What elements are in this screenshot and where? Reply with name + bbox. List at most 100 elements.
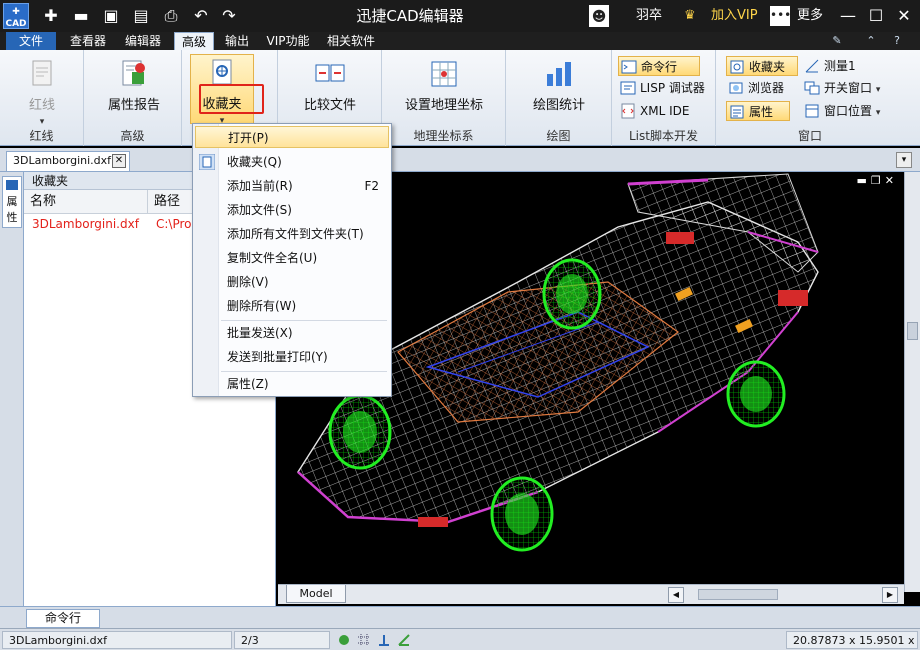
window-position-button[interactable]: 窗口位置 ▾ <box>802 101 900 121</box>
user-avatar-icon[interactable]: ☻ <box>589 5 609 27</box>
tab-viewer[interactable]: 查看器 <box>62 32 114 50</box>
redline-button[interactable]: 红线 ▾ <box>8 56 76 127</box>
app-title: 迅捷CAD编辑器 <box>356 7 464 25</box>
tab-output[interactable]: 输出 <box>218 32 256 50</box>
tab-file[interactable]: 文件 <box>6 32 56 50</box>
menu-item-add-file[interactable]: 添加文件(S) <box>195 199 389 221</box>
undo-icon[interactable]: ↶ <box>190 6 212 26</box>
scroll-right-icon[interactable]: ▶ <box>882 587 898 603</box>
menu-item-properties[interactable]: 属性(Z) <box>195 373 389 395</box>
menu-item-add-current[interactable]: 添加当前(R) F2 <box>195 175 389 197</box>
document-tabs: 3DLamborgini.dxf ✕ ▾ <box>0 148 920 172</box>
status-coordinates: 20.87873 x 15.9501 x 0 <box>786 631 918 649</box>
ribbon-group-drawing: 绘图统计 绘图 <box>506 50 612 146</box>
app-logo[interactable]: ✚ CAD <box>3 3 29 29</box>
menu-separator <box>221 320 387 321</box>
report-icon <box>122 60 145 86</box>
menu-item-copy-full-name[interactable]: 复制文件全名(U) <box>195 247 389 269</box>
vertical-scrollbar[interactable] <box>904 172 920 592</box>
crown-icon: ♛ <box>684 8 696 23</box>
wheel-rear-left <box>542 258 602 330</box>
group-label-geo: 地理坐标系 <box>413 129 474 143</box>
drawing-stats-button[interactable]: 绘图统计 <box>520 56 598 124</box>
command-line-button[interactable]: 命令行 <box>618 56 700 76</box>
status-page: 2/3 <box>234 631 330 649</box>
column-name[interactable]: 名称 <box>24 190 148 214</box>
save-icon[interactable]: ▣ <box>100 6 122 26</box>
side-tab-properties[interactable]: 属性 <box>2 176 22 228</box>
favorites-highlight-box <box>199 84 264 114</box>
page-icon <box>32 60 52 86</box>
browser-icon <box>729 82 743 94</box>
horizontal-scroll-thumb[interactable] <box>698 589 778 600</box>
more-icon[interactable]: ••• <box>770 6 791 26</box>
property-report-button[interactable]: 属性报告 <box>96 56 172 124</box>
measure1-button[interactable]: 测量1 <box>802 56 882 76</box>
command-line-tab[interactable]: 命令行 <box>26 609 100 628</box>
ribbon-group-advanced: 属性报告 高级 <box>84 50 182 146</box>
side-strip: 属性 <box>0 172 24 606</box>
print-icon[interactable]: ⎙ <box>160 6 182 26</box>
xml-ide-button[interactable]: XML IDE <box>618 101 714 121</box>
redo-icon[interactable]: ↷ <box>218 6 240 26</box>
minimize-icon[interactable]: — <box>836 4 860 28</box>
menu-item-batch-send[interactable]: 批量发送(X) <box>195 322 389 344</box>
vertical-scroll-thumb[interactable] <box>907 322 918 340</box>
layout-bar: Model ◀ ▶ <box>278 584 904 604</box>
toggle-windows-button[interactable]: 开关窗口 ▾ <box>802 78 900 98</box>
group-label-drawing: 绘图 <box>546 129 571 143</box>
model-tab[interactable]: Model <box>286 585 346 603</box>
title-bar: ✚ CAD ✚ ▬ ▣ ▤ ⎙ ↶ ↷ 迅捷CAD编辑器 ☻ 羽卒 ♛ 加入VIP… <box>0 0 920 32</box>
menu-tabs-bar: 文件 查看器 编辑器 高级 输出 VIP功能 相关软件 ✎ ⌃ ? <box>0 32 920 50</box>
set-geo-coords-button[interactable]: 设置地理坐标 <box>394 56 494 124</box>
maximize-icon[interactable]: ☐ <box>864 4 888 28</box>
canvas-window-controls[interactable]: ▬❐✕ <box>857 174 898 187</box>
help-icon[interactable]: ? <box>888 33 906 49</box>
close-tab-icon[interactable]: ✕ <box>112 154 126 168</box>
scroll-left-icon[interactable]: ◀ <box>668 587 684 603</box>
menu-item-delete-all[interactable]: 删除所有(W) <box>195 295 389 317</box>
collapse-ribbon-icon[interactable]: ⌃ <box>862 33 880 49</box>
grid-toggle-icon[interactable] <box>357 633 371 647</box>
tab-editor[interactable]: 编辑器 <box>118 32 168 50</box>
snap-icon[interactable] <box>337 633 351 647</box>
wheel-front-left <box>328 394 392 470</box>
stats-icon <box>547 62 571 86</box>
join-vip-link[interactable]: 加入VIP <box>711 0 758 32</box>
tab-related-software[interactable]: 相关软件 <box>320 32 382 50</box>
windows-icon <box>804 81 820 95</box>
menu-item-open[interactable]: 打开(P) <box>195 126 389 148</box>
debugger-icon <box>620 81 636 95</box>
menu-item-favorites[interactable]: 收藏夹(Q) <box>195 151 389 173</box>
measure-icon <box>805 59 819 73</box>
wheel-rear-right <box>726 360 786 428</box>
compare-files-button[interactable]: 比较文件 <box>292 56 368 124</box>
grid-icon <box>431 61 457 87</box>
menu-item-send-batch-print[interactable]: 发送到批量打印(Y) <box>195 346 389 368</box>
tab-advanced[interactable]: 高级 <box>174 32 214 50</box>
menu-item-delete[interactable]: 删除(V) <box>195 271 389 293</box>
window-properties-toggle[interactable]: 属性 <box>726 101 790 121</box>
tabs-dropdown-icon[interactable]: ▾ <box>896 152 912 168</box>
polar-icon[interactable] <box>397 633 411 647</box>
document-tab[interactable]: 3DLamborgini.dxf ✕ <box>6 151 130 171</box>
row-name: 3DLamborgini.dxf <box>32 217 139 231</box>
window-favorites-toggle[interactable]: 收藏夹 <box>726 56 798 76</box>
more-link[interactable]: 更多 <box>797 0 823 32</box>
window-browser-toggle[interactable]: 浏览器 <box>726 78 798 98</box>
new-file-icon[interactable]: ✚ <box>40 6 62 26</box>
group-label-advanced: 高级 <box>120 129 145 143</box>
shortcut-add-current: F2 <box>364 179 379 193</box>
tab-vip[interactable]: VIP功能 <box>262 32 314 50</box>
menu-item-add-all-to-folder[interactable]: 添加所有文件到文件夹(T) <box>195 223 389 245</box>
close-icon[interactable]: ✕ <box>892 4 916 28</box>
window-position-icon <box>805 104 819 118</box>
ortho-icon[interactable] <box>377 633 391 647</box>
lisp-debugger-button[interactable]: LISP 调试器 <box>618 78 714 98</box>
open-folder-icon[interactable]: ▬ <box>70 6 92 26</box>
compare-icon <box>315 64 345 82</box>
save-as-icon[interactable]: ▤ <box>130 6 152 26</box>
user-name[interactable]: 羽卒 <box>636 0 662 32</box>
menu-separator <box>221 371 387 372</box>
edit-icon[interactable]: ✎ <box>828 33 846 49</box>
